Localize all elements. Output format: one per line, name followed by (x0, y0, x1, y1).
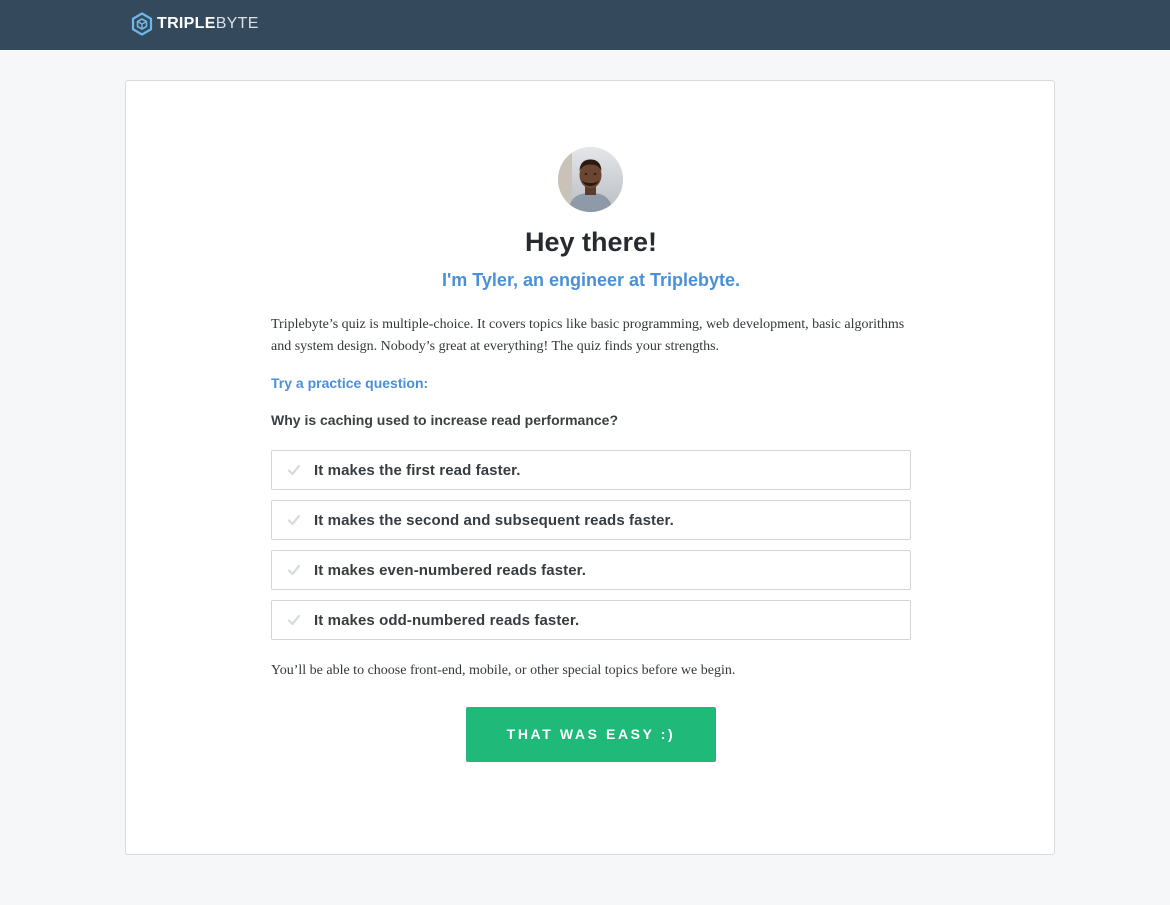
brand-wordmark: TRIPLEBYTE (157, 12, 259, 36)
practice-question-text: Why is caching used to increase read per… (271, 412, 618, 428)
triplebyte-logo[interactable]: TRIPLEBYTE (131, 12, 259, 36)
answer-option[interactable]: It makes the second and subsequent reads… (271, 500, 911, 540)
answer-options-list: It makes the first read faster. It makes… (271, 450, 911, 650)
brand-wordmark-bold: TRIPLE (157, 15, 216, 32)
answer-option-label: It makes the second and subsequent reads… (314, 512, 674, 529)
answer-option[interactable]: It makes even-numbered reads faster. (271, 550, 911, 590)
practice-question-label: Try a practice question: (271, 375, 429, 391)
intro-subtitle: I'm Tyler, an engineer at Triplebyte. (441, 270, 741, 290)
page-title: Hey there! (524, 227, 658, 257)
checkmark-icon (287, 514, 301, 526)
quiz-description: Triplebyte’s quiz is multiple-choice. It… (271, 317, 905, 354)
checkmark-icon (287, 564, 301, 576)
top-navbar: TRIPLEBYTE (0, 0, 1170, 50)
quiz-intro-card: Hey there! I'm Tyler, an engineer at Tri… (125, 80, 1055, 855)
that-was-easy-button[interactable]: THAT WAS EASY :) (466, 707, 716, 762)
answer-option-label: It makes odd-numbered reads faster. (314, 612, 580, 629)
brand-wordmark-light: BYTE (215, 15, 259, 32)
answer-option[interactable]: It makes odd-numbered reads faster. (271, 600, 911, 640)
answer-option-label: It makes even-numbered reads faster. (314, 562, 587, 579)
special-topics-note: You’ll be able to choose front-end, mobi… (271, 663, 736, 678)
checkmark-icon (287, 464, 301, 476)
avatar-portrait-icon (558, 147, 623, 212)
answer-option[interactable]: It makes the first read faster. (271, 450, 911, 490)
checkmark-icon (287, 614, 301, 626)
answer-option-label: It makes the first read faster. (314, 462, 521, 479)
person-avatar (558, 147, 623, 212)
hexagon-cube-icon (131, 12, 153, 36)
